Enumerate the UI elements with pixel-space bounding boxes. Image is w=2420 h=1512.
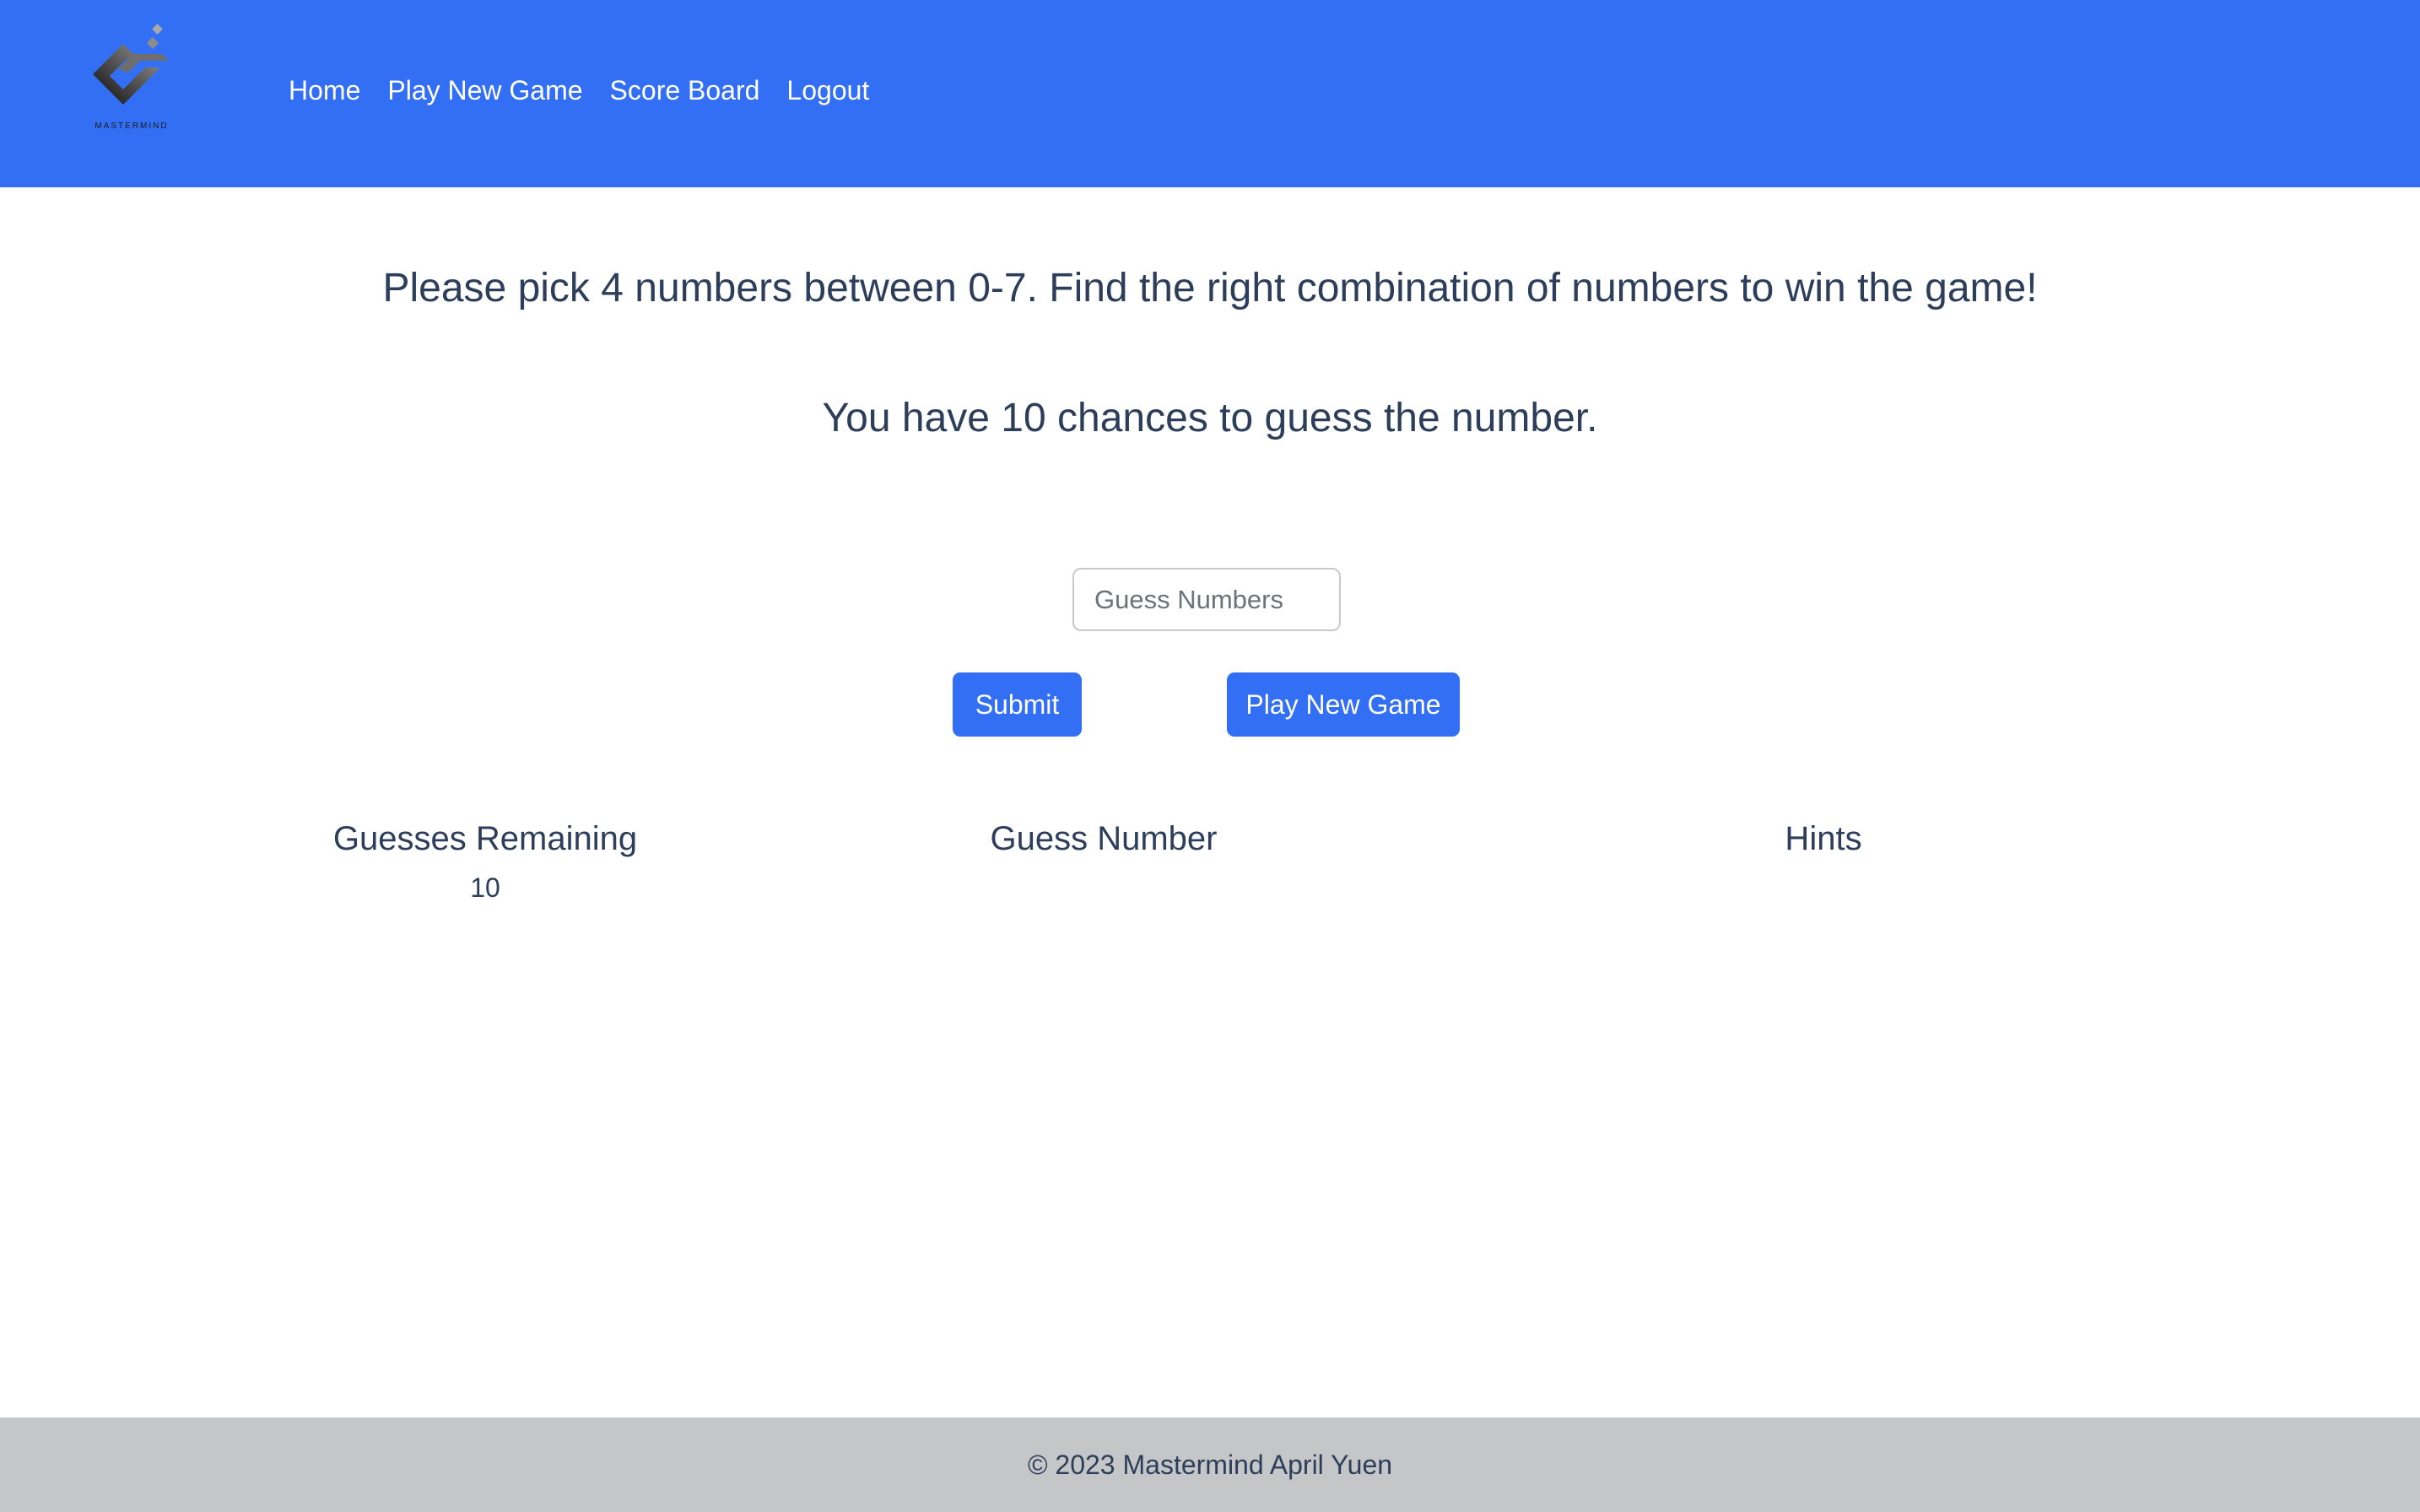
copyright-text: © 2023 Mastermind April Yuen	[1027, 1449, 1393, 1480]
logo-text: MASTERMIND	[95, 122, 169, 131]
nav-home[interactable]: Home	[289, 75, 360, 106]
guesses-remaining-value: 10	[470, 872, 500, 903]
logo-icon	[93, 24, 169, 105]
mastermind-logo[interactable]: MASTERMIND	[81, 22, 182, 135]
guesses-remaining-header: Guesses Remaining	[332, 820, 638, 857]
chances-text: You have 10 chances to guess the number.	[822, 396, 1598, 440]
top-navbar: MASTERMIND Home Play New Game Score Boar…	[0, 0, 2420, 187]
footer: © 2023 Mastermind April Yuen	[0, 1418, 2420, 1512]
play-new-game-button[interactable]: Play New Game	[1227, 672, 1460, 737]
guess-numbers-input[interactable]	[1072, 568, 1341, 631]
hints-header: Hints	[1785, 820, 1862, 857]
nav-logout[interactable]: Logout	[786, 75, 869, 106]
main-nav: Home Play New Game Score Board Logout	[289, 68, 869, 113]
nav-play-new-game[interactable]: Play New Game	[387, 75, 582, 106]
instructions-text: Please pick 4 numbers between 0-7. Find …	[382, 266, 2038, 310]
guess-number-header: Guess Number	[990, 820, 1218, 857]
nav-score-board[interactable]: Score Board	[610, 75, 760, 106]
submit-button[interactable]: Submit	[953, 672, 1082, 737]
